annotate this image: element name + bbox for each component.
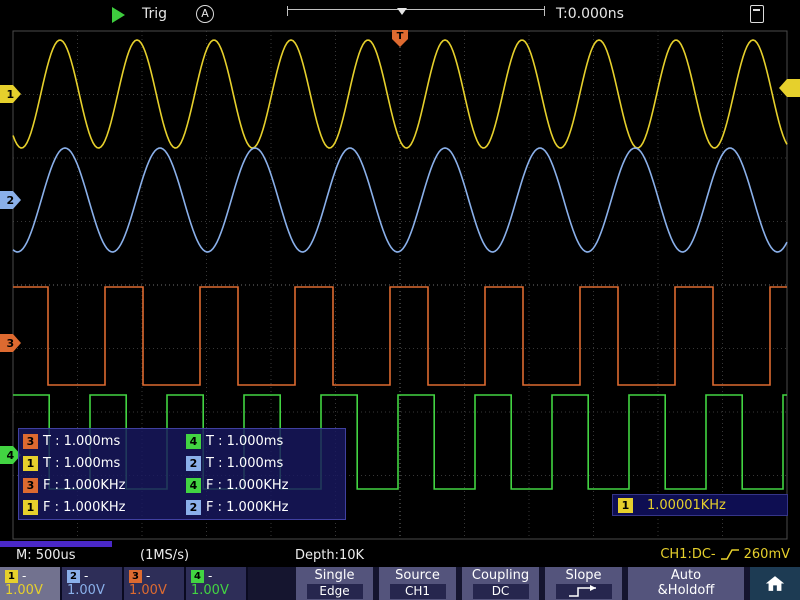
scope-display: 1234T 3 T : 1.000ms 4 T : 1.000ms 1 T : … xyxy=(0,30,800,540)
rising-edge-icon xyxy=(720,548,740,561)
print-icon[interactable] xyxy=(750,5,764,23)
measurement-value: F : 1.000KHz xyxy=(206,478,288,493)
channel-badge: 1 xyxy=(618,498,633,513)
channel-badge: 3 xyxy=(23,434,38,449)
trigger-level-value: 260mV xyxy=(744,547,790,562)
channel-3-header: 3 - xyxy=(129,568,179,584)
measurement-cell: 1 F : 1.000KHz xyxy=(19,500,182,515)
menu-button-auto-holdoff[interactable]: Auto &Holdoff xyxy=(628,567,744,600)
measurement-overlay: 3 T : 1.000ms 4 T : 1.000ms 1 T : 1.000m… xyxy=(18,428,346,520)
channel-2-header: 2 - xyxy=(67,568,117,584)
timebase-readout: M: 500us xyxy=(16,548,76,563)
measurement-cell: 3 T : 1.000ms xyxy=(19,434,182,449)
channel-badge: 4 xyxy=(186,434,201,449)
trigger-status-readout: CH1:DC- 260mV xyxy=(660,547,790,562)
channel-badge: 2 xyxy=(186,456,201,471)
oscilloscope-screen: Trig A T:0.000ns 1234T 3 T : 1.000ms 4 T… xyxy=(0,0,800,600)
trigger-level-marker[interactable] xyxy=(779,79,800,97)
trigger-source-coupling: CH1:DC- xyxy=(660,547,715,562)
channel-marker-label: 1 xyxy=(7,88,15,101)
measurement-cell: 2 F : 1.000KHz xyxy=(182,500,345,515)
channel-3-coupling: - xyxy=(146,569,150,583)
measurement-cell: 4 T : 1.000ms xyxy=(182,434,345,449)
channel-badge: 3 xyxy=(23,478,38,493)
channel-marker-label: 4 xyxy=(7,449,15,462)
measurement-value: T : 1.000ms xyxy=(206,456,283,471)
sample-rate-readout: (1MS/s) xyxy=(140,548,189,563)
source-value: CH1 xyxy=(390,584,446,599)
record-position-bar xyxy=(0,541,112,547)
home-icon xyxy=(764,574,786,593)
measurement-row: 3 F : 1.000KHz 4 F : 1.000KHz xyxy=(19,474,345,496)
top-bar: Trig A T:0.000ns xyxy=(0,0,800,30)
channel-4-volts: 1.00V xyxy=(191,584,241,598)
channel-3-badge: 3 xyxy=(129,570,142,583)
measurement-row: 1 F : 1.000KHz 2 F : 1.000KHz xyxy=(19,496,345,518)
channel-2-badge: 2 xyxy=(67,570,80,583)
measurement-row: 3 T : 1.000ms 4 T : 1.000ms xyxy=(19,430,345,452)
menu-button-slope[interactable]: Slope xyxy=(545,567,622,600)
measurement-value: T : 1.000ms xyxy=(206,434,283,449)
channel-1-badge: 1 xyxy=(5,570,18,583)
measurement-value: F : 1.000KHz xyxy=(43,500,125,515)
channel-2-cell[interactable]: 2 - 1.00V xyxy=(62,567,124,600)
measurement-cell: 1 T : 1.000ms xyxy=(19,456,182,471)
home-button[interactable] xyxy=(750,567,800,600)
channel-1-volts: 1.00V xyxy=(5,584,55,598)
measurement-value: F : 1.000KHz xyxy=(43,478,125,493)
trigger-position-label: T xyxy=(397,31,404,42)
slope-value xyxy=(556,584,612,599)
memory-depth-readout: Depth:10K xyxy=(295,548,364,563)
trigger-position-ruler xyxy=(287,6,545,16)
run-state-icon xyxy=(112,7,125,23)
channel-marker-label: 3 xyxy=(7,337,15,350)
coupling-value: DC xyxy=(473,584,529,599)
channel-marker-label: 2 xyxy=(7,194,15,207)
measurement-cell: 2 T : 1.000ms xyxy=(182,456,345,471)
channel-badge: 1 xyxy=(23,500,38,515)
channel-3-cell[interactable]: 3 - 1.00V xyxy=(124,567,186,600)
ruler-line xyxy=(288,9,544,10)
channel-badge: 1 xyxy=(23,456,38,471)
channel-3-volts: 1.00V xyxy=(129,584,179,598)
channel-badge: 2 xyxy=(186,500,201,515)
channel-1-coupling: - xyxy=(22,569,26,583)
channel-4-badge: 4 xyxy=(191,570,204,583)
measurement-cell: 3 F : 1.000KHz xyxy=(19,478,182,493)
channel-1-header: 1 - xyxy=(5,568,55,584)
measurement-value: F : 1.000KHz xyxy=(206,500,288,515)
trig-label: Trig xyxy=(142,6,167,22)
menu-button-coupling[interactable]: Coupling DC xyxy=(462,567,539,600)
menu-button-single[interactable]: Single Edge xyxy=(296,567,373,600)
trigger-time-readout: T:0.000ns xyxy=(556,6,624,22)
channel-4-coupling: - xyxy=(208,569,212,583)
measurement-cell: 4 F : 1.000KHz xyxy=(182,478,345,493)
measurement-value: T : 1.000ms xyxy=(43,434,120,449)
auto-trigger-mode-icon: A xyxy=(196,5,214,23)
menu-button-source[interactable]: Source CH1 xyxy=(379,567,456,600)
frequency-value: 1.00001KHz xyxy=(647,498,726,513)
channel-4-header: 4 - xyxy=(191,568,241,584)
ruler-position-marker[interactable] xyxy=(397,8,407,15)
menu-bar: 1 - 1.00V 2 - 1.00V 3 - 1.00V 4 - 1.00V xyxy=(0,567,800,600)
channel-2-volts: 1.00V xyxy=(67,584,117,598)
channel-1-cell[interactable]: 1 - 1.00V xyxy=(0,567,62,600)
status-bar: M: 500us (1MS/s) Depth:10K CH1:DC- 260mV xyxy=(0,540,800,567)
channel-2-coupling: - xyxy=(84,569,88,583)
single-mode-value: Edge xyxy=(307,584,363,599)
frequency-readout: 1 1.00001KHz xyxy=(612,494,788,516)
measurement-row: 1 T : 1.000ms 2 T : 1.000ms xyxy=(19,452,345,474)
measurement-value: T : 1.000ms xyxy=(43,456,120,471)
channel-4-cell[interactable]: 4 - 1.00V xyxy=(186,567,248,600)
rising-edge-icon xyxy=(564,585,604,598)
channel-badge: 4 xyxy=(186,478,201,493)
